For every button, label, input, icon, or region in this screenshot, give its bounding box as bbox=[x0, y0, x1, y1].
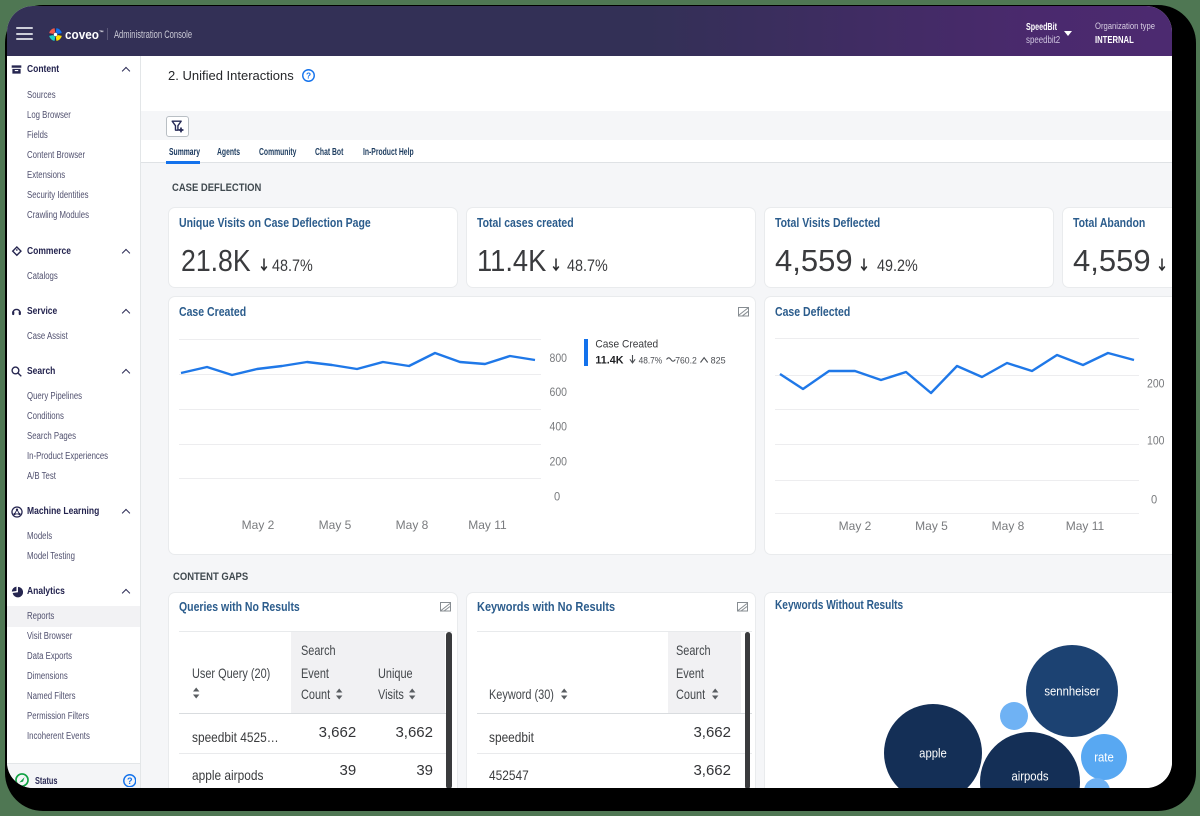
svg-text:May 5: May 5 bbox=[319, 518, 352, 532]
svg-text:11.4K: 11.4K bbox=[595, 354, 623, 366]
svg-text:May 5: May 5 bbox=[915, 519, 948, 533]
svg-text:Case Created: Case Created bbox=[595, 339, 658, 351]
svg-text:May 2: May 2 bbox=[242, 518, 275, 532]
svg-text:May 2: May 2 bbox=[839, 519, 872, 533]
svg-text:0: 0 bbox=[554, 489, 560, 503]
svg-text:48.7%: 48.7% bbox=[639, 355, 663, 365]
svg-text:May 11: May 11 bbox=[468, 518, 507, 532]
svg-text:?: ? bbox=[306, 70, 311, 80]
svg-text:600: 600 bbox=[550, 385, 568, 399]
svg-text:May 11: May 11 bbox=[1066, 519, 1105, 533]
svg-text:400: 400 bbox=[550, 419, 568, 433]
svg-text:May 8: May 8 bbox=[396, 518, 429, 532]
svg-text:100: 100 bbox=[1147, 433, 1165, 447]
svg-text:200: 200 bbox=[1147, 376, 1165, 390]
svg-text:0: 0 bbox=[1151, 492, 1157, 506]
svg-text:May 8: May 8 bbox=[992, 519, 1025, 533]
svg-text:200: 200 bbox=[550, 454, 568, 468]
svg-text:825: 825 bbox=[711, 355, 726, 365]
svg-text:?: ? bbox=[126, 775, 132, 785]
svg-text:760.2: 760.2 bbox=[675, 355, 697, 365]
svg-text:800: 800 bbox=[550, 351, 568, 365]
